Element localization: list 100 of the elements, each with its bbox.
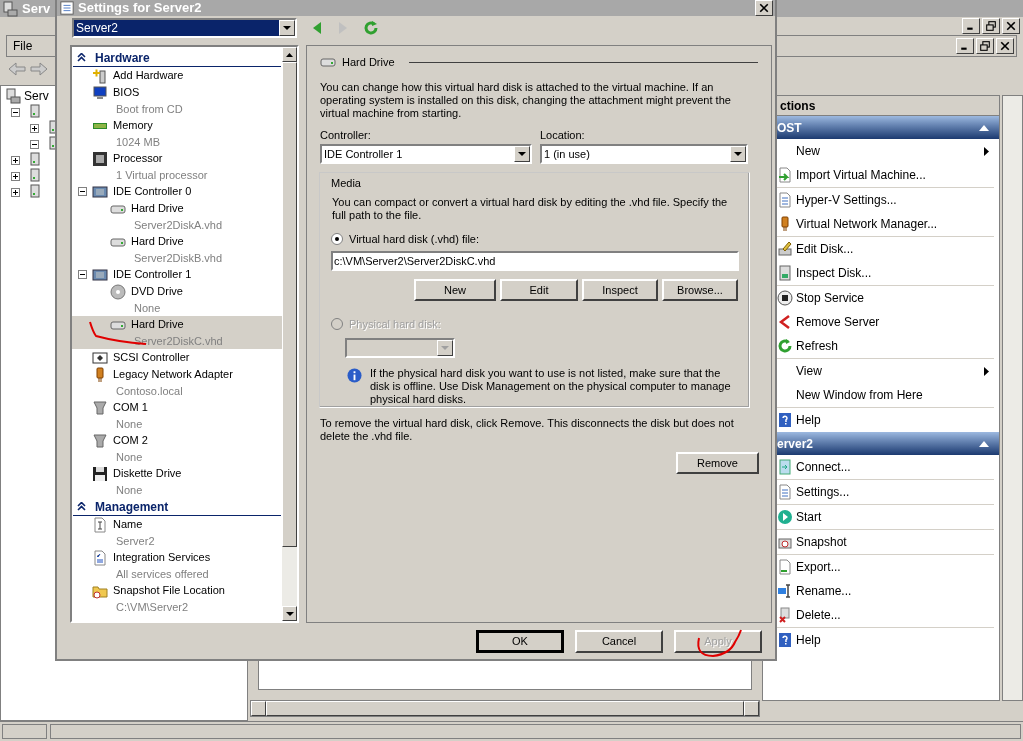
action-item[interactable]: Inspect Disk... bbox=[763, 261, 994, 285]
media-button[interactable]: Inspect bbox=[582, 279, 658, 301]
help-icon bbox=[777, 632, 793, 648]
close-button[interactable] bbox=[1002, 18, 1020, 34]
settings-list-item[interactable]: COM 2 None bbox=[72, 432, 282, 465]
collapse-icon[interactable] bbox=[78, 270, 87, 279]
action-item[interactable]: Edit Disk... bbox=[763, 237, 994, 261]
serial-port-icon bbox=[92, 432, 108, 449]
settings-icon bbox=[777, 484, 793, 500]
settings-list-item[interactable]: BIOS Boot from CD bbox=[72, 84, 282, 117]
scsi-icon bbox=[92, 349, 108, 366]
action-item[interactable]: Help bbox=[763, 408, 994, 432]
action-item[interactable]: Remove Server bbox=[763, 310, 994, 334]
settings-list-item[interactable]: Memory 1024 MB bbox=[72, 117, 282, 150]
location-dropdown[interactable]: 1 (in use) bbox=[540, 144, 748, 164]
menu-item[interactable]: File bbox=[7, 37, 39, 55]
media-button[interactable]: Browse... bbox=[662, 279, 738, 301]
section-header[interactable]: Management bbox=[73, 498, 281, 516]
dropdown-arrow-icon bbox=[441, 345, 449, 350]
action-item[interactable]: Delete... bbox=[763, 603, 994, 627]
action-item[interactable]: Virtual Network Manager... bbox=[763, 212, 994, 236]
controller-icon bbox=[92, 183, 108, 200]
expand-icon[interactable] bbox=[11, 187, 20, 197]
settings-list-item[interactable]: SCSI Controller bbox=[72, 349, 282, 366]
action-item[interactable]: Help bbox=[763, 628, 994, 652]
refresh-icon bbox=[777, 338, 793, 354]
serial-port-icon bbox=[92, 399, 108, 416]
settings-list-item[interactable]: Processor 1 Virtual processor bbox=[72, 150, 282, 183]
settings-icon bbox=[60, 1, 74, 15]
settings-list-item[interactable]: Diskette Drive None bbox=[72, 465, 282, 498]
action-item[interactable]: Import Virtual Machine... bbox=[763, 163, 994, 187]
server-icon bbox=[5, 88, 21, 104]
dialog-button[interactable]: Cancel bbox=[575, 630, 663, 653]
settings-icon bbox=[777, 192, 793, 208]
checklist-icon bbox=[92, 549, 108, 566]
minimize-button[interactable] bbox=[956, 38, 974, 54]
vertical-scrollbar[interactable] bbox=[1002, 95, 1023, 701]
settings-list-item[interactable]: IDE Controller 1 bbox=[72, 266, 282, 283]
action-item[interactable]: Hyper-V Settings... bbox=[763, 188, 994, 212]
settings-list-item[interactable]: Hard Drive Server2DiskB.vhd bbox=[72, 233, 282, 266]
tree-item[interactable]: Serv bbox=[24, 87, 49, 105]
action-item[interactable]: Rename... bbox=[763, 579, 994, 603]
rename-icon bbox=[777, 583, 793, 599]
import-icon bbox=[777, 167, 793, 183]
settings-list-item[interactable]: DVD Drive None bbox=[72, 283, 282, 316]
description-text: You can compact or convert a virtual hard disk by editing the .vhd file. Specify the full path to the file. bbox=[331, 195, 729, 222]
expand-icon[interactable] bbox=[30, 123, 39, 133]
action-item[interactable]: Refresh bbox=[763, 334, 994, 358]
action-item[interactable]: View bbox=[763, 359, 994, 383]
dropdown-arrow-icon bbox=[283, 26, 291, 30]
action-item[interactable]: Snapshot bbox=[763, 530, 994, 554]
close-button[interactable] bbox=[755, 0, 773, 16]
controller-icon bbox=[92, 266, 108, 283]
collapse-icon[interactable] bbox=[77, 53, 86, 62]
action-item[interactable]: Settings... bbox=[763, 480, 994, 504]
radio-button[interactable] bbox=[331, 232, 343, 245]
restore-button[interactable] bbox=[976, 38, 994, 54]
info-text: If the physical hard disk you want to use is not listed, make sure that the disk is offline. Use Disk Management on the physical computer to manage physical hard disks. bbox=[370, 366, 732, 406]
vertical-scrollbar[interactable] bbox=[282, 47, 297, 621]
media-button[interactable]: Edit bbox=[500, 279, 578, 301]
field-label: Location: bbox=[540, 127, 586, 143]
monitor-icon bbox=[92, 84, 108, 101]
settings-list-item[interactable]: Hard Drive Server2DiskC.vhd bbox=[72, 316, 282, 349]
expand-icon[interactable] bbox=[11, 171, 20, 181]
text-cursor-icon bbox=[92, 516, 108, 533]
dropdown-arrow-icon bbox=[285, 611, 294, 616]
settings-list-item[interactable]: Add Hardware bbox=[72, 67, 282, 84]
vm-dropdown[interactable]: Server2 bbox=[72, 18, 297, 38]
settings-list-item[interactable]: Hard Drive Server2DiskA.vhd bbox=[72, 200, 282, 233]
settings-list-item[interactable]: IDE Controller 0 bbox=[72, 183, 282, 200]
controller-dropdown[interactable]: IDE Controller 1 bbox=[320, 144, 532, 164]
collapse-icon[interactable] bbox=[78, 187, 87, 196]
action-item[interactable]: Stop Service bbox=[763, 286, 994, 310]
close-button[interactable] bbox=[996, 38, 1014, 54]
minimize-button[interactable] bbox=[962, 18, 980, 34]
expand-icon[interactable] bbox=[11, 155, 20, 165]
settings-list-item[interactable]: Legacy Network Adapter Contoso.local bbox=[72, 366, 282, 399]
action-item[interactable]: Start bbox=[763, 505, 994, 529]
remove-button[interactable]: Remove bbox=[676, 452, 759, 474]
path-field[interactable]: c:\VM\Server2\Server2DiskC.vhd bbox=[331, 251, 739, 271]
restore-button[interactable] bbox=[982, 18, 1000, 34]
settings-list-item[interactable]: COM 1 None bbox=[72, 399, 282, 432]
action-item[interactable]: Connect... bbox=[763, 455, 994, 479]
collapse-icon[interactable] bbox=[77, 502, 86, 511]
connect-icon bbox=[777, 459, 793, 475]
settings-list-item[interactable]: Snapshot File Location C:\VM\Server2 bbox=[72, 582, 282, 615]
help-icon bbox=[777, 412, 793, 428]
pane-heading: ctions bbox=[780, 97, 816, 115]
action-item[interactable]: Export... bbox=[763, 555, 994, 579]
start-icon bbox=[777, 509, 793, 525]
settings-list-item[interactable]: Name Server2 bbox=[72, 516, 282, 549]
section-header[interactable]: Hardware bbox=[73, 49, 281, 67]
collapse-icon[interactable] bbox=[11, 107, 20, 117]
action-item[interactable]: New bbox=[763, 139, 994, 163]
media-button[interactable]: New bbox=[414, 279, 496, 301]
horizontal-scrollbar[interactable] bbox=[250, 700, 760, 717]
add-hardware-icon bbox=[92, 67, 108, 84]
collapse-icon[interactable] bbox=[30, 139, 39, 149]
settings-list-item[interactable]: Integration Services All services offered bbox=[72, 549, 282, 582]
dialog-button[interactable]: OK bbox=[476, 630, 564, 653]
